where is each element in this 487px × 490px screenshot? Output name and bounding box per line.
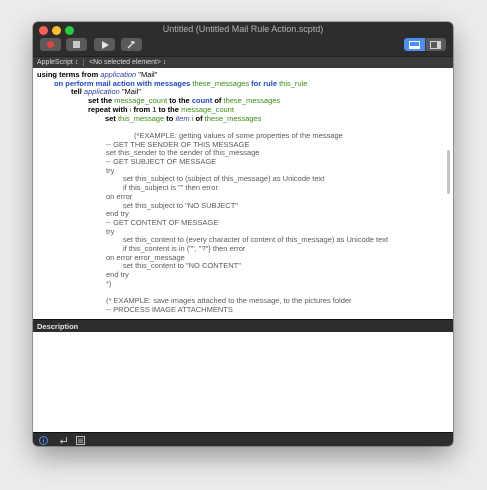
code-token: set this_subject to "NO SUBJECT": [123, 200, 238, 210]
code-token: set this_content to (every character of …: [123, 235, 389, 245]
code-token: repeat with: [88, 104, 130, 114]
code-token: if this_subject is "" then error: [123, 183, 218, 193]
code-token: "Mail": [119, 87, 141, 97]
code-line: try: [106, 226, 115, 237]
play-icon: [101, 40, 109, 49]
window-title: Untitled (Untitled Mail Rule Action.scpt…: [162, 24, 324, 34]
code-token: item: [175, 113, 190, 123]
return-icon: [59, 436, 67, 444]
description-text-area[interactable]: [33, 332, 453, 432]
code-token: of: [193, 113, 205, 123]
titlebar: Untitled (Untitled Mail Rule Action.scpt…: [33, 22, 453, 56]
hammer-icon: [127, 41, 135, 49]
info-icon: [38, 435, 48, 445]
code-token: try: [106, 226, 115, 236]
stop-icon: [73, 41, 80, 48]
element-popup[interactable]: <No selected element> ↕: [89, 57, 166, 68]
code-token: (*EXAMPLE: getting values of some proper…: [134, 130, 343, 140]
code-line: *): [106, 278, 112, 289]
split-view-icon: [408, 40, 420, 49]
code-line: set this_message to item i of these_mess…: [105, 113, 262, 124]
code-token: these_messages: [192, 78, 250, 88]
code-token: this_message: [117, 113, 165, 123]
result-tab-button[interactable]: [58, 435, 68, 445]
code-token: to the: [167, 96, 192, 106]
code-line: set this_content to "NO CONTENT": [123, 262, 241, 271]
code-token: (* EXAMPLE: save images attached to the …: [106, 296, 352, 306]
stop-button[interactable]: [66, 38, 87, 51]
code-token: on error: [106, 191, 133, 201]
language-popup[interactable]: AppleScript ↕: [37, 57, 78, 68]
code-token: end try: [106, 209, 129, 219]
code-line: set this_subject to "NO SUBJECT": [123, 200, 238, 211]
code-token: set the: [88, 96, 115, 106]
code-line: -- PROCESS IMAGE ATTACHMENTS: [106, 304, 233, 315]
code-token: these_messages: [223, 96, 281, 106]
code-token: from: [131, 104, 153, 114]
code-token: for rule: [249, 78, 280, 88]
code-token: end try: [106, 270, 129, 280]
code-line: if this_subject is "" then error: [123, 183, 218, 193]
navbar-divider: [83, 59, 84, 66]
description-header: Description: [33, 319, 453, 332]
split-view-button[interactable]: [404, 38, 425, 51]
code-token: count: [191, 96, 213, 106]
code-token: -- GET CONTENT OF MESSAGE: [106, 217, 219, 227]
code-token: message_count: [114, 96, 168, 106]
code-token: to the: [156, 104, 181, 114]
log-icon: [75, 435, 85, 445]
code-token: set this_subject to (subject of this_mes…: [123, 174, 325, 184]
sidebar-icon: [430, 40, 442, 49]
code-token: *): [106, 278, 112, 288]
compile-button[interactable]: [121, 38, 142, 51]
code-token: set this_content to "NO CONTENT": [123, 261, 241, 271]
script-editor[interactable]: using terms from application "Mail" on pe…: [33, 68, 453, 318]
code-token: if this_content is in {"", "?"} then err…: [123, 244, 246, 253]
code-line: -- GET CONTENT OF MESSAGE: [106, 217, 219, 228]
view-toggle[interactable]: [404, 38, 446, 51]
code-token: "Mail": [136, 70, 158, 79]
description-tab-button[interactable]: [38, 435, 48, 445]
navigation-bar: AppleScript ↕ <No selected element> ↕: [33, 56, 453, 68]
code-token: application: [100, 70, 137, 79]
code-token: -- PROCESS IMAGE ATTACHMENTS: [106, 304, 233, 314]
code-token: set: [105, 113, 118, 123]
record-button[interactable]: [40, 38, 61, 51]
run-button[interactable]: [94, 38, 115, 51]
code-token: using terms from: [37, 70, 101, 79]
code-token: these_messages: [204, 113, 262, 123]
code-token: this_rule: [279, 78, 308, 88]
sidebar-button[interactable]: [424, 38, 446, 51]
code-token: tell: [71, 87, 84, 97]
code-line: -- GET SUBJECT OF MESSAGE: [106, 157, 217, 167]
log-tab-button[interactable]: [75, 435, 85, 445]
script-editor-window: Untitled (Untitled Mail Rule Action.scpt…: [33, 22, 453, 446]
code-token: to: [164, 113, 176, 123]
code-token: -- GET SUBJECT OF MESSAGE: [106, 157, 217, 166]
code-token: -- GET THE SENDER OF THIS MESSAGE: [106, 139, 250, 149]
record-icon: [47, 41, 54, 48]
code-token: application: [83, 87, 120, 97]
code-line: try: [106, 165, 115, 176]
editor-scrollbar[interactable]: [447, 150, 450, 194]
code-token: of: [212, 96, 224, 106]
code-token: message_count: [180, 104, 234, 114]
code-token: on perform mail action with messages: [54, 78, 193, 88]
code-token: set this_sender to the sender of this_me…: [106, 148, 260, 158]
bottom-bar: [33, 432, 453, 446]
code-token: try: [106, 165, 115, 175]
code-token: on error error_message: [106, 252, 185, 262]
